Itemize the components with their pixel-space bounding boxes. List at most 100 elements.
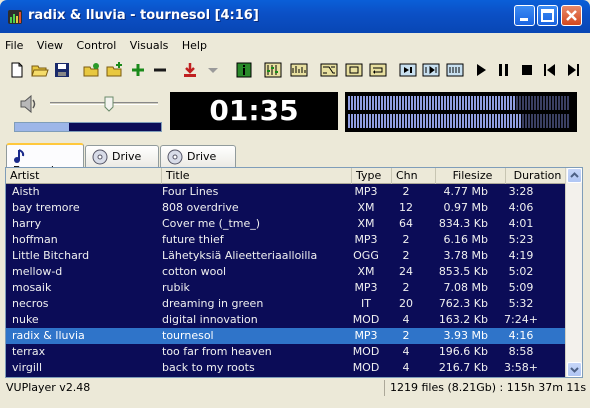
vu-segment xyxy=(348,114,350,128)
seek-bar[interactable] xyxy=(14,122,162,132)
table-row[interactable]: Aisth Four Lines MP3 2 4.77 Mb 3:28 xyxy=(6,184,566,200)
maximize-button[interactable] xyxy=(537,5,558,26)
remove-icon[interactable] xyxy=(151,61,169,79)
add-icon[interactable] xyxy=(129,61,147,79)
menu-visuals[interactable]: Visuals xyxy=(125,36,174,55)
vu-segment xyxy=(534,96,536,110)
tab-example[interactable]: Example xyxy=(6,143,84,177)
table-row[interactable]: mellow-d cotton wool XM 24 853.5 Kb 5:02 xyxy=(6,264,566,280)
cell-duration: 3:58+ xyxy=(504,361,538,374)
vu-segment xyxy=(492,114,494,128)
shuffle-icon[interactable] xyxy=(320,61,338,79)
cell-chn: 2 xyxy=(402,281,410,294)
status-separator xyxy=(384,380,385,396)
tab-drive-d[interactable]: Drive D: xyxy=(85,145,159,178)
skip-forward-icon[interactable] xyxy=(399,61,417,79)
minimize-button[interactable] xyxy=(514,5,535,26)
repeat-icon[interactable] xyxy=(345,61,363,79)
vertical-scrollbar[interactable] xyxy=(565,168,582,377)
move-down-red-icon[interactable] xyxy=(181,61,199,79)
vu-segment xyxy=(432,114,434,128)
cell-filesize: 834.3 Kb xyxy=(438,217,488,230)
cell-chn: 4 xyxy=(402,345,410,358)
add-folder-icon[interactable] xyxy=(106,61,124,79)
vu-segment xyxy=(555,96,557,110)
play-icon[interactable] xyxy=(472,61,490,79)
column-header-type[interactable]: Type xyxy=(352,168,392,184)
vu-segment xyxy=(504,114,506,128)
menu-file[interactable]: File xyxy=(0,36,28,55)
table-row[interactable]: terrax too far from heaven MOD 4 196.6 Kb 8:5… xyxy=(6,344,566,360)
vu-segment xyxy=(474,114,476,128)
scroll-up-button[interactable] xyxy=(567,168,582,183)
vu-segment xyxy=(525,96,527,110)
crossfade-icon[interactable] xyxy=(446,61,464,79)
menu-control[interactable]: Control xyxy=(72,36,122,55)
equalizer-icon[interactable] xyxy=(264,61,282,79)
move-down-disabled-icon[interactable] xyxy=(204,61,222,79)
stop-icon[interactable] xyxy=(518,61,536,79)
table-row[interactable]: nuke digital innovation MOD 4 163.2 Kb 7:24+ xyxy=(6,312,566,328)
open-folder-icon[interactable] xyxy=(31,61,49,79)
repeat-all-icon[interactable] xyxy=(369,61,387,79)
vu-segment xyxy=(471,96,473,110)
info-icon[interactable] xyxy=(235,61,253,79)
save-icon[interactable] xyxy=(53,61,71,79)
table-row[interactable]: bay tremore 808 overdrive XM 12 0.97 Mb 4:06 xyxy=(6,200,566,216)
previous-track-icon[interactable] xyxy=(541,61,559,79)
cell-chn: 4 xyxy=(402,313,410,326)
spectrum-icon[interactable] xyxy=(290,61,308,79)
column-header-duration[interactable]: Duration xyxy=(506,168,566,184)
vu-segment xyxy=(552,96,554,110)
vu-segment xyxy=(534,114,536,128)
column-header-chn[interactable]: Chn xyxy=(392,168,436,184)
vu-segment xyxy=(390,96,392,110)
pause-icon[interactable] xyxy=(495,61,513,79)
vu-segment xyxy=(531,114,533,128)
table-row[interactable]: Little Bitchard Lähetyksiä Alieetteriaall… xyxy=(6,248,566,264)
cell-filesize: 853.5 Kb xyxy=(438,265,488,278)
menu-help[interactable]: Help xyxy=(177,36,212,55)
column-header-artist[interactable]: Artist xyxy=(6,168,162,184)
table-row[interactable]: radix & lluvia tournesol MP3 2 3.93 Mb 4:16 xyxy=(6,328,566,344)
vu-segment xyxy=(375,96,377,110)
scroll-down-button[interactable] xyxy=(567,362,582,377)
table-row[interactable]: hoffman future thief MP3 2 6.16 Mb 5:23 xyxy=(6,232,566,248)
table-row[interactable]: harry Cover me (_tme_) XM 64 834.3 Kb 4:01 xyxy=(6,216,566,232)
vu-segment xyxy=(507,114,509,128)
cell-chn: 24 xyxy=(399,265,413,278)
title-bar[interactable]: radix & lluvia - tournesol [4:16] xyxy=(0,0,590,33)
vu-segment xyxy=(450,96,452,110)
vu-segment xyxy=(462,96,464,110)
vu-segment xyxy=(405,114,407,128)
volume-slider-thumb[interactable] xyxy=(104,96,114,112)
new-file-icon[interactable] xyxy=(8,61,26,79)
vu-segment xyxy=(561,114,563,128)
vu-segment xyxy=(414,114,416,128)
menu-view[interactable]: View xyxy=(32,36,68,55)
next-track-icon[interactable] xyxy=(564,61,582,79)
tab-drive-e[interactable]: Drive E: xyxy=(160,145,236,178)
cell-duration: 5:32 xyxy=(508,297,534,310)
cd-drive-icon xyxy=(167,149,183,165)
vu-segment xyxy=(351,96,353,110)
vu-segment xyxy=(426,96,428,110)
table-row[interactable]: virgill back to my roots MOD 4 216.7 Kb 3:58+ xyxy=(6,360,566,376)
vu-segment xyxy=(351,114,353,128)
cell-artist: harry xyxy=(12,217,42,230)
speaker-icon[interactable] xyxy=(18,93,40,115)
close-button[interactable] xyxy=(561,5,582,26)
vu-segment xyxy=(546,114,548,128)
column-header-filesize[interactable]: Filesize xyxy=(436,168,506,184)
vu-segment xyxy=(567,114,569,128)
table-row[interactable]: necros dreaming in green IT 20 762.3 Kb 5:32 xyxy=(6,296,566,312)
playlist: Artist Title Type Chn Filesize Duration … xyxy=(5,167,583,378)
open-playlist-icon[interactable] xyxy=(83,61,101,79)
vu-segment xyxy=(420,114,422,128)
fade-icon[interactable] xyxy=(422,61,440,79)
table-row[interactable]: mosaik rubik MP3 2 7.08 Mb 5:09 xyxy=(6,280,566,296)
maximize-icon xyxy=(541,9,554,22)
column-header-title[interactable]: Title xyxy=(162,168,352,184)
vu-segment xyxy=(498,114,500,128)
cell-type: MOD xyxy=(352,313,380,326)
